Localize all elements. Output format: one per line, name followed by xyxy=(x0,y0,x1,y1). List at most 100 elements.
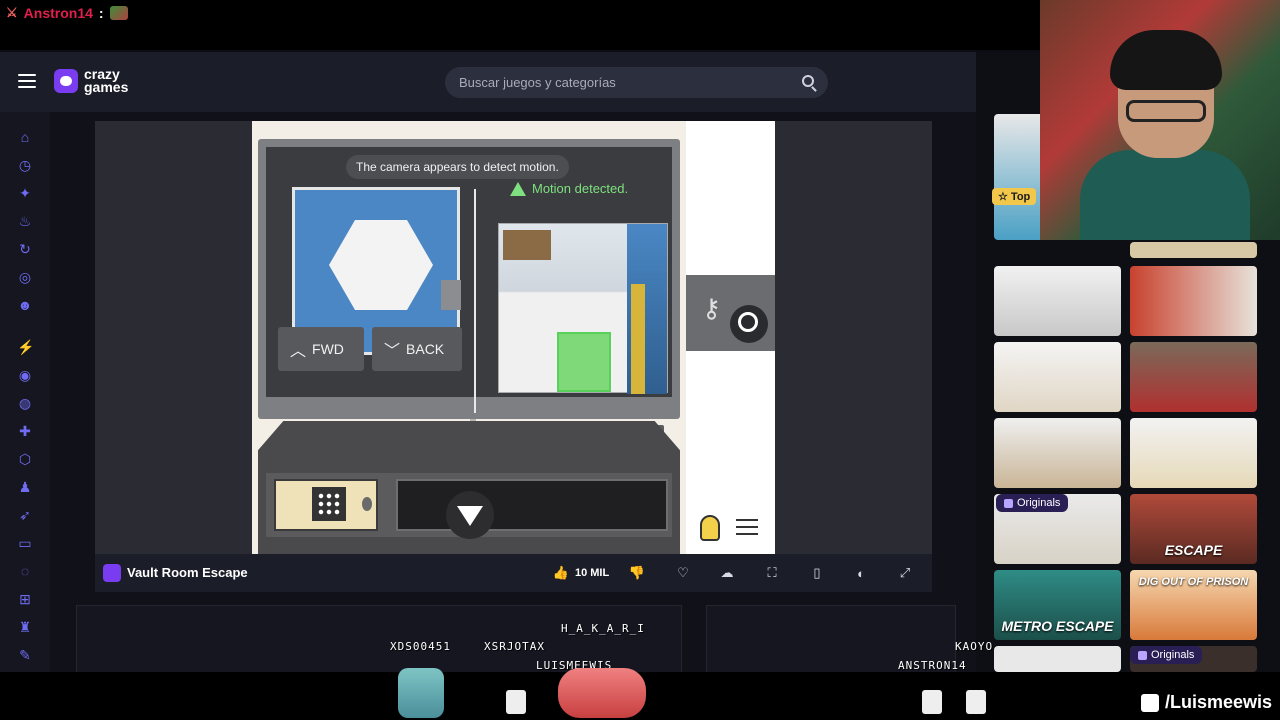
motion-text: Motion detected. xyxy=(532,181,629,196)
camera-feed[interactable] xyxy=(498,223,668,394)
key-icon: ⚷ xyxy=(702,293,722,323)
viewer-name: ANSTRON14 xyxy=(898,659,967,672)
settings-icon[interactable] xyxy=(736,519,766,543)
viewer-avatar xyxy=(922,690,942,714)
heart-icon[interactable]: ♡ xyxy=(671,563,695,583)
originals-icon xyxy=(1004,498,1013,508)
emote-icon xyxy=(109,6,128,20)
chat-separator: : xyxy=(98,5,104,21)
rocket-icon[interactable]: ➶ xyxy=(17,507,33,523)
fullscreen-icon[interactable]: ⤢ xyxy=(893,563,917,583)
gamepad-icon[interactable]: ⊞ xyxy=(17,591,33,607)
stream-chat-overlay: ⚔ Anstron14 : xyxy=(0,0,1040,50)
fire-icon[interactable]: ♨ xyxy=(17,213,33,229)
clock-icon[interactable]: ◷ xyxy=(17,157,33,173)
car-icon[interactable]: ▭ xyxy=(17,535,33,551)
game-thumbnail[interactable] xyxy=(1130,266,1257,336)
fwd-label: FWD xyxy=(312,341,344,357)
game-thumbnail[interactable] xyxy=(994,418,1121,488)
top-badge: ☆ Top xyxy=(992,188,1037,205)
viewer-avatar xyxy=(558,668,646,718)
theater-mode-icon[interactable]: ◐ xyxy=(849,563,873,583)
game-thumbnail[interactable]: DIG OUT OF PRISON xyxy=(1130,570,1257,640)
originals-badge: Originals xyxy=(996,494,1069,512)
game-toolbar: Vault Room Escape 👍 10 MIL 👎 ♡ ☁ ⛶ ▯ ◐ ⤢ xyxy=(95,554,932,592)
chess-icon[interactable]: ♟ xyxy=(17,479,33,495)
bolt-icon[interactable]: ⚡ xyxy=(17,339,34,355)
menu-icon[interactable] xyxy=(18,74,36,88)
magnifier-icon[interactable] xyxy=(730,305,768,343)
game-thumbnail[interactable]: ESCAPE xyxy=(1130,494,1257,564)
search-placeholder: Buscar juegos y categorías xyxy=(459,75,616,90)
back-button[interactable]: ﹀ BACK xyxy=(372,327,462,371)
cabinet-shelf[interactable] xyxy=(396,479,668,531)
streamer-name: /Luismeewis xyxy=(1164,692,1272,712)
logo-text-line2: games xyxy=(84,79,129,95)
puzzle-icon[interactable]: ✚ xyxy=(17,423,33,439)
castle-icon[interactable]: ♜ xyxy=(17,619,33,635)
viewer-name: H_A_K_A_R_I xyxy=(561,622,645,635)
basketball-icon[interactable]: ◍ xyxy=(17,395,33,411)
like-count: 10 MIL xyxy=(574,567,610,579)
originals-badge: Originals xyxy=(1130,646,1203,664)
cloud-save-icon[interactable]: ☁ xyxy=(715,563,739,583)
game-logo-icon xyxy=(103,564,121,582)
crazygames-app: crazy games Buscar juegos y categorías ⌂… xyxy=(0,52,1040,675)
search-icon[interactable] xyxy=(802,75,814,87)
crazygames-logo[interactable]: crazy games xyxy=(54,67,129,95)
down-arrow-icon[interactable] xyxy=(446,491,494,539)
tv-monitor[interactable]: Motion detected. ︿ FWD ﹀ BACK The camera… xyxy=(258,139,680,437)
sword-icon: ⚔ xyxy=(6,5,18,20)
monitor-screen: Motion detected. ︿ FWD ﹀ BACK xyxy=(266,147,672,413)
game-thumbnail[interactable] xyxy=(1130,342,1257,412)
back-label: BACK xyxy=(406,341,445,357)
chat-message: ⚔ Anstron14 : xyxy=(6,5,128,21)
like-button[interactable]: 👍 10 MIL xyxy=(551,563,611,583)
game-canvas[interactable]: Motion detected. ︿ FWD ﹀ BACK The camera… xyxy=(252,121,686,554)
inventory-panel: ⚷ xyxy=(686,121,775,554)
thumbs-down-icon[interactable]: 👎 xyxy=(625,563,649,583)
game-thumbnail[interactable] xyxy=(994,342,1121,412)
chevron-down-icon: ﹀ xyxy=(384,343,401,360)
top-header: crazy games Buscar juegos y categorías xyxy=(0,52,1040,112)
game-title: Vault Room Escape xyxy=(127,565,248,580)
viewer-name: XDS00451 xyxy=(390,640,451,653)
keypad-icon[interactable] xyxy=(312,487,346,521)
viewer-avatar xyxy=(966,690,986,714)
shield-icon[interactable]: ⬡ xyxy=(17,451,33,467)
game-thumbnail[interactable] xyxy=(1130,242,1257,258)
game-thumbnail[interactable]: METRO ESCAPE xyxy=(994,570,1121,640)
game-thumbnail[interactable] xyxy=(994,646,1121,672)
originals-icon xyxy=(1138,650,1147,660)
hexagon-shape xyxy=(329,220,433,310)
keypad-drawer[interactable] xyxy=(274,479,378,531)
refresh-icon[interactable]: ↻ xyxy=(17,241,33,257)
chevron-up-icon: ︿ xyxy=(290,343,307,360)
multiplayer-icon[interactable]: ◎ xyxy=(17,269,33,285)
streamer-brand: /Luismeewis xyxy=(1140,692,1272,713)
motion-status: Motion detected. xyxy=(510,181,628,196)
fwd-button[interactable]: ︿ FWD xyxy=(278,327,364,371)
viewer-avatar xyxy=(398,668,444,718)
sparkle-icon[interactable]: ✦ xyxy=(17,185,33,201)
tag-icon[interactable]: ✎ xyxy=(17,647,33,663)
lightbulb-icon[interactable] xyxy=(700,515,720,541)
thumbnail-title: ESCAPE xyxy=(1164,542,1223,558)
thumbnail-title: METRO ESCAPE xyxy=(1001,618,1114,634)
thumbs-up-icon: 👍 xyxy=(552,565,569,580)
mobile-icon[interactable]: ▯ xyxy=(805,563,829,583)
users-icon[interactable]: ☻ xyxy=(17,297,33,313)
search-input[interactable]: Buscar juegos y categorías xyxy=(445,67,828,98)
home-icon[interactable]: ⌂ xyxy=(17,129,33,145)
game-thumbnail[interactable] xyxy=(994,266,1121,336)
inventory-slot[interactable]: ⚷ xyxy=(686,275,775,351)
steering-wheel-icon[interactable]: ◌ xyxy=(17,563,33,579)
embed-icon[interactable]: ⛶ xyxy=(760,563,784,583)
game-frame[interactable]: Motion detected. ︿ FWD ﹀ BACK The camera… xyxy=(95,121,932,554)
compass-icon[interactable]: ◉ xyxy=(17,367,33,383)
twitch-icon xyxy=(1140,693,1159,712)
drawer-knob xyxy=(362,497,372,511)
game-thumbnail[interactable] xyxy=(1130,418,1257,488)
viewer-name: XSRJOTAX xyxy=(484,640,545,653)
thumbnail-title: DIG OUT OF PRISON xyxy=(1138,576,1249,588)
